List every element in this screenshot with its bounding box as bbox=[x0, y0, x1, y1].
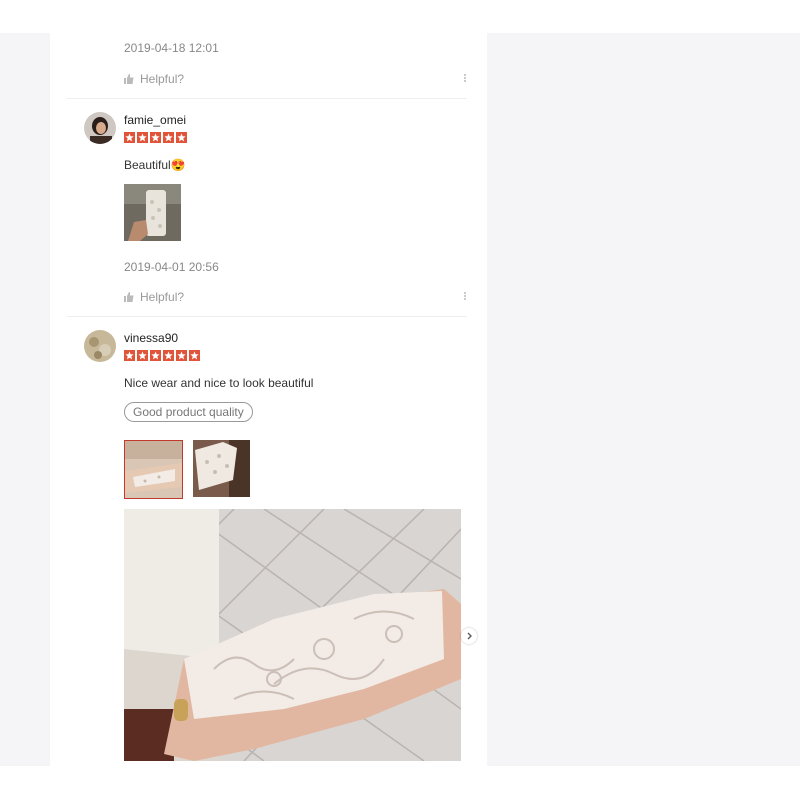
helpful-label: Helpful? bbox=[140, 290, 185, 304]
helpful-label: Helpful? bbox=[140, 72, 185, 86]
thumbs-up-icon bbox=[124, 74, 134, 84]
star-icon bbox=[150, 132, 161, 143]
thumbs-up-icon bbox=[124, 292, 134, 302]
star-icon bbox=[163, 350, 174, 361]
review-username[interactable]: vinessa90 bbox=[124, 331, 178, 345]
star-rating bbox=[124, 132, 187, 143]
star-icon bbox=[176, 132, 187, 143]
review-text: Nice wear and nice to look beautiful bbox=[124, 376, 314, 390]
avatar bbox=[84, 330, 116, 362]
helpful-button[interactable]: Helpful? bbox=[124, 72, 184, 86]
star-icon bbox=[124, 132, 135, 143]
helpful-button[interactable]: Helpful? bbox=[124, 290, 184, 304]
review-username[interactable]: famie_omei bbox=[124, 113, 186, 127]
review-photo-large[interactable] bbox=[124, 509, 461, 761]
divider bbox=[67, 98, 467, 99]
chevron-right-icon bbox=[467, 632, 472, 640]
reviews-panel: 2019-04-18 12:01 Helpful? famie_omei Bea… bbox=[50, 33, 487, 766]
star-icon bbox=[176, 350, 187, 361]
star-icon bbox=[163, 132, 174, 143]
star-icon bbox=[150, 350, 161, 361]
star-rating bbox=[124, 350, 200, 361]
star-icon bbox=[124, 350, 135, 361]
review-photo-thumbnail-selected[interactable] bbox=[124, 440, 183, 499]
review-photo-thumbnail[interactable] bbox=[193, 440, 250, 497]
more-vertical-icon[interactable] bbox=[464, 291, 467, 301]
review-tag: Good product quality bbox=[124, 402, 253, 422]
more-vertical-icon[interactable] bbox=[464, 73, 467, 83]
review-photo-thumbnail[interactable] bbox=[124, 184, 181, 241]
review-text: Beautiful😍 bbox=[124, 158, 186, 172]
review-date: 2019-04-18 12:01 bbox=[124, 41, 219, 55]
star-icon bbox=[137, 132, 148, 143]
review-date: 2019-04-01 20:56 bbox=[124, 260, 219, 274]
next-photo-button[interactable] bbox=[461, 628, 477, 644]
star-icon bbox=[189, 350, 200, 361]
divider bbox=[67, 316, 467, 317]
star-icon bbox=[137, 350, 148, 361]
avatar bbox=[84, 112, 116, 144]
